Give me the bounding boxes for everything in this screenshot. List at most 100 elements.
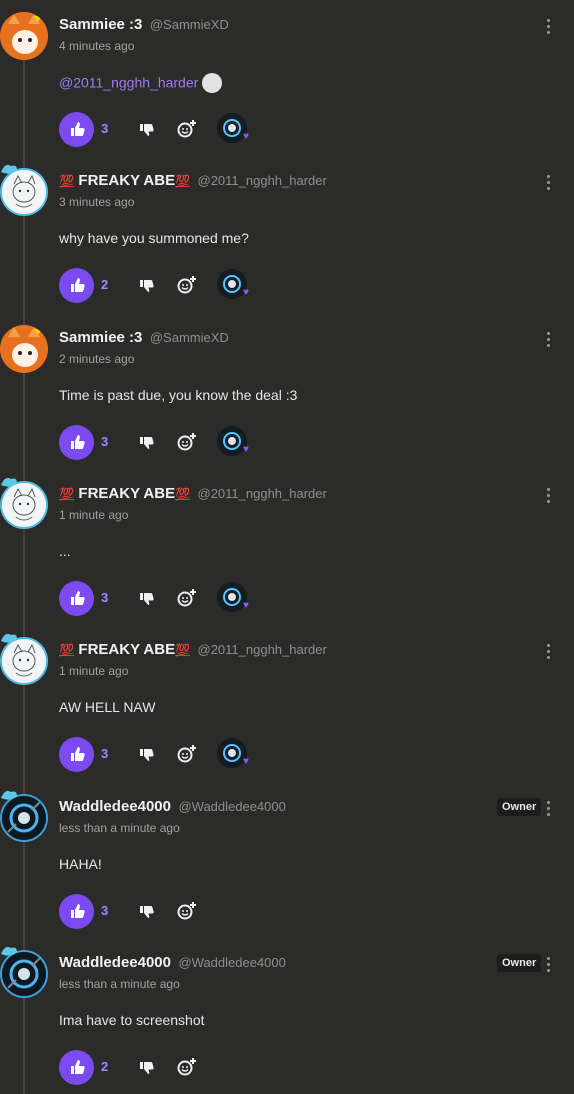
add-reaction-icon[interactable] [177, 901, 197, 921]
thumbs-down-icon[interactable] [139, 903, 155, 919]
avatar[interactable] [0, 325, 48, 373]
creator-heart: ♥ [217, 426, 257, 460]
hundred-emoji-icon: 💯 [59, 643, 74, 657]
more-options-button[interactable] [543, 17, 553, 37]
author-name[interactable]: Sammiee :3 [59, 329, 142, 346]
hundred-emoji-icon: 💯 [175, 643, 191, 657]
author-name[interactable]: Sammiee :3 [59, 16, 142, 33]
hundred-emoji-icon: 💯 [175, 174, 191, 188]
thumbs-down-icon[interactable] [139, 1059, 155, 1075]
comment-text: Ima have to screenshot [59, 1012, 205, 1028]
add-reaction-icon[interactable] [177, 275, 197, 295]
heart-icon: ♥ [243, 131, 249, 142]
author-name[interactable]: FREAKY ABE [78, 172, 175, 189]
add-reaction-icon[interactable] [177, 432, 197, 452]
owner-badge: Owner [497, 954, 542, 972]
like-count: 3 [101, 590, 109, 605]
comment-timestamp: 4 minutes ago [59, 39, 135, 53]
comment-timestamp: 1 minute ago [59, 508, 129, 522]
author-handle[interactable]: @Waddledee4000 [178, 955, 285, 970]
like-button[interactable] [59, 268, 94, 303]
comment-text: HAHA! [59, 856, 102, 872]
creator-heart: ♥ [217, 269, 257, 303]
author-name[interactable]: FREAKY ABE [78, 485, 175, 502]
comment: 💯 FREAKY ABE💯 @2011_ngghh_harder 1 minut… [0, 625, 574, 781]
add-reaction-icon[interactable] [177, 119, 197, 139]
author-handle[interactable]: @Waddledee4000 [178, 799, 285, 814]
thumbs-up-icon [71, 1060, 85, 1074]
more-vertical-icon [543, 957, 553, 972]
creator-heart: ♥ [217, 113, 257, 147]
comment-timestamp: 1 minute ago [59, 664, 129, 678]
more-vertical-icon [543, 488, 553, 503]
creator-heart: ♥ [217, 738, 257, 772]
heart-icon: ♥ [243, 600, 249, 611]
more-vertical-icon [543, 801, 553, 816]
more-options-button[interactable] [543, 799, 553, 819]
comment: 💯 FREAKY ABE💯 @2011_ngghh_harder 3 minut… [0, 156, 574, 312]
author-handle[interactable]: @2011_ngghh_harder [198, 642, 327, 657]
heart-icon: ♥ [243, 756, 249, 767]
more-vertical-icon [543, 19, 553, 34]
thumbs-down-icon[interactable] [139, 277, 155, 293]
more-options-button[interactable] [543, 955, 553, 975]
thumbs-up-icon [71, 435, 85, 449]
add-reaction-icon[interactable] [177, 588, 197, 608]
mention-avatar [202, 73, 223, 93]
hundred-emoji-icon: 💯 [175, 487, 191, 501]
more-options-button[interactable] [543, 486, 553, 506]
more-options-button[interactable] [543, 642, 553, 662]
comment-text: Time is past due, you know the deal :3 [59, 387, 298, 403]
comment-timestamp: 2 minutes ago [59, 352, 135, 366]
like-count: 3 [101, 746, 109, 761]
comment-timestamp: 3 minutes ago [59, 195, 135, 209]
add-reaction-icon[interactable] [177, 744, 197, 764]
comment: 💯 FREAKY ABE💯 @2011_ngghh_harder 1 minut… [0, 469, 574, 625]
like-button[interactable] [59, 1050, 94, 1085]
mention-link[interactable]: @2011_ngghh_harder [59, 75, 198, 91]
comment-text: why have you summoned me? [59, 230, 249, 246]
like-count: 3 [101, 434, 109, 449]
like-button[interactable] [59, 894, 94, 929]
more-options-button[interactable] [543, 330, 553, 350]
thumbs-down-icon[interactable] [139, 746, 155, 762]
avatar-decoration [1, 946, 17, 956]
author-handle[interactable]: @2011_ngghh_harder [198, 173, 327, 188]
thumbs-up-icon [71, 122, 85, 136]
more-vertical-icon [543, 644, 553, 659]
author-handle[interactable]: @SammieXD [150, 17, 229, 32]
like-button[interactable] [59, 581, 94, 616]
comment-text: ... [59, 543, 71, 559]
avatar[interactable] [0, 12, 48, 60]
comment-text: @2011_ngghh_harder [59, 73, 223, 94]
like-count: 3 [101, 121, 109, 136]
more-options-button[interactable] [543, 173, 553, 193]
author-handle[interactable]: @SammieXD [150, 330, 229, 345]
comment: Waddledee4000 @Waddledee4000 less than a… [0, 938, 574, 1094]
thumbs-down-icon[interactable] [139, 434, 155, 450]
like-button[interactable] [59, 425, 94, 460]
like-button[interactable] [59, 112, 94, 147]
like-button[interactable] [59, 737, 94, 772]
comment-text: AW HELL NAW [59, 699, 156, 715]
author-name[interactable]: Waddledee4000 [59, 954, 171, 971]
add-reaction-icon[interactable] [177, 1057, 197, 1077]
more-vertical-icon [543, 175, 553, 190]
thumbs-up-icon [71, 278, 85, 292]
comment: Waddledee4000 @Waddledee4000 less than a… [0, 782, 574, 938]
avatar-decoration [1, 790, 17, 800]
author-name[interactable]: FREAKY ABE [78, 641, 175, 658]
like-count: 3 [101, 903, 109, 918]
comment: Sammiee :3 @SammieXD 2 minutes ago Time … [0, 313, 574, 469]
avatar-decoration [1, 164, 17, 174]
thumbs-down-icon[interactable] [139, 121, 155, 137]
avatar-decoration [1, 477, 17, 487]
creator-heart: ♥ [217, 582, 257, 616]
thumbs-down-icon[interactable] [139, 590, 155, 606]
author-name[interactable]: Waddledee4000 [59, 798, 171, 815]
hundred-emoji-icon: 💯 [59, 487, 74, 501]
hundred-emoji-icon: 💯 [59, 174, 74, 188]
comment: Sammiee :3 @SammieXD 4 minutes ago @2011… [0, 0, 574, 156]
comment-timestamp: less than a minute ago [59, 977, 180, 991]
author-handle[interactable]: @2011_ngghh_harder [198, 486, 327, 501]
